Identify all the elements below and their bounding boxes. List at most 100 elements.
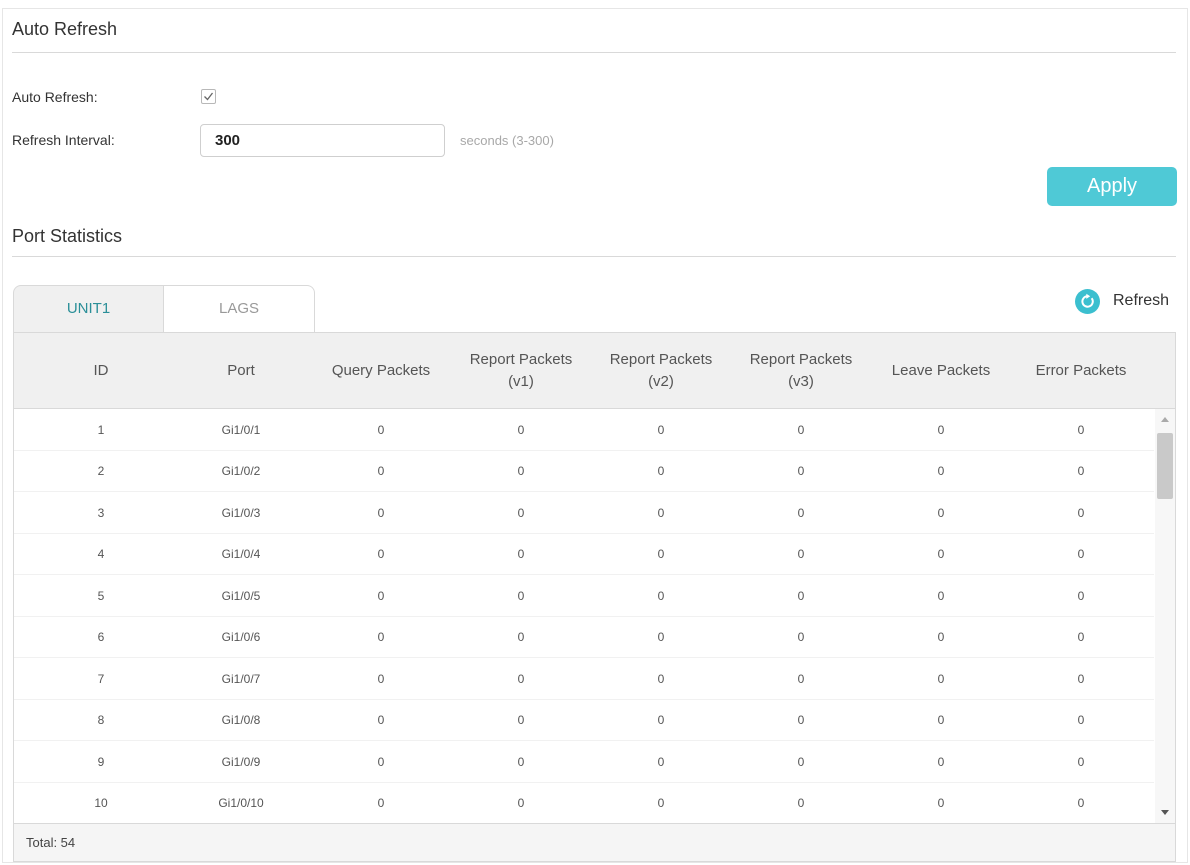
cell-port: Gi1/0/1: [221, 422, 261, 437]
tab-lags[interactable]: LAGS: [163, 285, 315, 333]
cell-leave-packets: 0: [937, 630, 945, 645]
auto-refresh-title: Auto Refresh: [12, 19, 118, 39]
cell-error-packets: 0: [1077, 422, 1085, 437]
column-header-leave-packets: Leave Packets: [891, 362, 991, 379]
cell-report-v3: 0: [797, 547, 805, 562]
cell-port: Gi1/0/2: [221, 464, 261, 479]
apply-button[interactable]: Apply: [1047, 167, 1177, 206]
cell-report-v1: 0: [517, 505, 525, 520]
cell-report-v3: 0: [797, 796, 805, 811]
cell-id: 4: [97, 547, 105, 562]
cell-report-v2: 0: [657, 754, 665, 769]
refresh-interval-hint: seconds (3-300): [460, 133, 554, 148]
cell-leave-packets: 0: [937, 547, 945, 562]
section-divider: [12, 256, 1176, 257]
cell-error-packets: 0: [1077, 505, 1085, 520]
cell-report-v3: 0: [797, 588, 805, 603]
refresh-interval-input[interactable]: [200, 124, 445, 157]
table-row: 10 Gi1/0/10 0 0 0 0 0 0: [14, 783, 1154, 824]
cell-leave-packets: 0: [937, 713, 945, 728]
table-header: ID Port Query Packets Report Packets (v1)…: [14, 333, 1175, 409]
cell-id: 5: [97, 588, 105, 603]
cell-report-v1: 0: [517, 671, 525, 686]
auto-refresh-checkbox[interactable]: [201, 89, 216, 104]
cell-port: Gi1/0/9: [221, 754, 261, 769]
cell-report-v3: 0: [797, 464, 805, 479]
cell-report-v1: 0: [517, 796, 525, 811]
scroll-up-arrow-icon[interactable]: [1161, 417, 1169, 422]
cell-leave-packets: 0: [937, 588, 945, 603]
column-header-report-v1: Report Packets (v1): [469, 351, 573, 390]
cell-report-v1: 0: [517, 547, 525, 562]
table-footer-total: Total: 54: [14, 823, 1175, 861]
cell-leave-packets: 0: [937, 422, 945, 437]
cell-id: 9: [97, 754, 105, 769]
cell-report-v1: 0: [517, 422, 525, 437]
cell-report-v2: 0: [657, 796, 665, 811]
table-scrollbar[interactable]: [1155, 409, 1175, 823]
section-divider: [12, 52, 1176, 53]
cell-error-packets: 0: [1077, 464, 1085, 479]
column-header-report-v3: Report Packets (v3): [749, 351, 853, 390]
cell-report-v2: 0: [657, 547, 665, 562]
cell-report-v2: 0: [657, 422, 665, 437]
cell-report-v3: 0: [797, 754, 805, 769]
cell-error-packets: 0: [1077, 796, 1085, 811]
cell-leave-packets: 0: [937, 754, 945, 769]
cell-query-packets: 0: [377, 713, 385, 728]
cell-error-packets: 0: [1077, 630, 1085, 645]
column-header-port: Port: [227, 362, 255, 379]
cell-error-packets: 0: [1077, 588, 1085, 603]
scroll-down-arrow-icon[interactable]: [1161, 810, 1169, 815]
cell-query-packets: 0: [377, 588, 385, 603]
cell-report-v1: 0: [517, 754, 525, 769]
auto-refresh-label: Auto Refresh:: [12, 89, 98, 105]
cell-error-packets: 0: [1077, 671, 1085, 686]
table-row: 2 Gi1/0/2 0 0 0 0 0 0: [14, 451, 1154, 492]
cell-query-packets: 0: [377, 505, 385, 520]
cell-report-v3: 0: [797, 422, 805, 437]
cell-report-v2: 0: [657, 505, 665, 520]
cell-report-v3: 0: [797, 713, 805, 728]
cell-report-v2: 0: [657, 671, 665, 686]
refresh-icon: [1075, 288, 1100, 314]
cell-report-v1: 0: [517, 588, 525, 603]
column-header-error-packets: Error Packets: [1035, 362, 1127, 379]
cell-port: Gi1/0/7: [221, 671, 261, 686]
cell-id: 8: [97, 713, 105, 728]
cell-query-packets: 0: [377, 464, 385, 479]
cell-error-packets: 0: [1077, 547, 1085, 562]
cell-report-v1: 0: [517, 713, 525, 728]
table-row: 1 Gi1/0/1 0 0 0 0 0 0: [14, 409, 1154, 451]
scroll-thumb[interactable]: [1157, 433, 1173, 499]
column-header-report-v2: Report Packets (v2): [609, 351, 713, 390]
cell-report-v3: 0: [797, 505, 805, 520]
refresh-button[interactable]: Refresh: [1075, 288, 1169, 314]
refresh-label: Refresh: [1113, 292, 1170, 309]
cell-error-packets: 0: [1077, 754, 1085, 769]
cell-report-v2: 0: [657, 630, 665, 645]
cell-report-v3: 0: [797, 671, 805, 686]
cell-id: 2: [97, 464, 105, 479]
table-body: 1 Gi1/0/1 0 0 0 0 0 0 2 Gi1/0/2 0 0 0 0 0 0 3 Gi1/0/3 0 0 0 0…: [14, 409, 1154, 823]
table-row: 5 Gi1/0/5 0 0 0 0 0 0: [14, 575, 1154, 617]
cell-leave-packets: 0: [937, 464, 945, 479]
table-row: 3 Gi1/0/3 0 0 0 0 0 0: [14, 492, 1154, 534]
table-row: 6 Gi1/0/6 0 0 0 0 0 0: [14, 617, 1154, 658]
cell-query-packets: 0: [377, 630, 385, 645]
cell-report-v2: 0: [657, 588, 665, 603]
column-header-query-packets: Query Packets: [331, 362, 431, 379]
cell-id: 10: [94, 796, 108, 811]
cell-query-packets: 0: [377, 754, 385, 769]
column-header-id: ID: [93, 362, 109, 379]
refresh-interval-label: Refresh Interval:: [12, 132, 115, 148]
cell-id: 7: [97, 671, 105, 686]
tab-unit1[interactable]: UNIT1: [13, 285, 164, 333]
cell-port: Gi1/0/4: [221, 547, 261, 562]
cell-report-v3: 0: [797, 630, 805, 645]
cell-error-packets: 0: [1077, 713, 1085, 728]
cell-leave-packets: 0: [937, 671, 945, 686]
cell-leave-packets: 0: [937, 505, 945, 520]
cell-query-packets: 0: [377, 547, 385, 562]
cell-port: Gi1/0/10: [218, 796, 264, 811]
